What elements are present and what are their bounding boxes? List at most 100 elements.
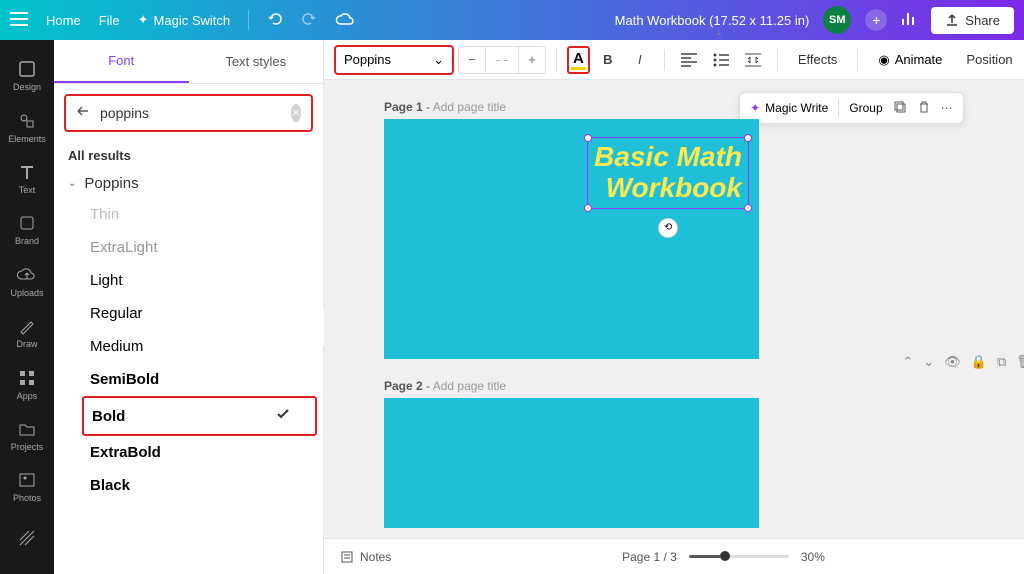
- sparkle-icon: ✦: [138, 12, 149, 28]
- animate-button[interactable]: ◉ Animate: [868, 52, 952, 68]
- lock-icon[interactable]: 🔒: [971, 354, 987, 370]
- panel-tabs: Font Text styles: [54, 40, 323, 84]
- more-icon[interactable]: ⋯: [941, 101, 953, 115]
- home-link[interactable]: Home: [46, 13, 81, 28]
- rail-uploads[interactable]: Uploads: [0, 256, 54, 307]
- uploads-icon: [17, 265, 37, 285]
- text-color-button[interactable]: A: [567, 46, 590, 74]
- list-button[interactable]: [707, 46, 735, 74]
- position-button[interactable]: Position: [956, 52, 1022, 67]
- magic-switch-button[interactable]: ✦ Magic Switch: [138, 12, 230, 28]
- slider-thumb[interactable]: [720, 551, 730, 561]
- floating-toolbar: ✦ Magic Write Group ⋯: [739, 92, 964, 124]
- rail-photos[interactable]: Photos: [0, 461, 54, 512]
- tab-font[interactable]: Font: [54, 40, 189, 83]
- rail-design[interactable]: Design: [0, 50, 54, 101]
- duplicate-icon[interactable]: ⧉: [997, 354, 1006, 370]
- rail-brand[interactable]: Brand: [0, 204, 54, 255]
- sparkle-icon: ✦: [750, 101, 760, 115]
- page-2-canvas[interactable]: [384, 398, 759, 528]
- insights-icon[interactable]: [901, 11, 917, 30]
- divider: [838, 99, 839, 117]
- copy-icon[interactable]: [893, 100, 907, 117]
- spacing-button[interactable]: [739, 46, 767, 74]
- rail-apps[interactable]: Apps: [0, 358, 54, 409]
- visibility-icon[interactable]: 👁: [944, 354, 961, 370]
- text-toolbar: Poppins ⌄ − - - + A B I: [324, 40, 1024, 80]
- font-weight-bold[interactable]: Bold: [82, 396, 317, 436]
- font-size-display[interactable]: - -: [485, 47, 519, 73]
- bottom-bar: ⌃ Notes Page 1 / 3 30%: [324, 538, 1024, 574]
- top-header: Home File ✦ Magic Switch Math Workbook (…: [0, 0, 1024, 40]
- align-button[interactable]: [675, 46, 703, 74]
- cloud-sync-icon[interactable]: [335, 12, 355, 29]
- divider: [664, 49, 665, 71]
- effects-button[interactable]: Effects: [788, 52, 848, 67]
- page-1-canvas[interactable]: Basic Math Workbook ⟲: [384, 119, 759, 359]
- zoom-value[interactable]: 30%: [801, 550, 825, 564]
- resize-handle[interactable]: [744, 204, 752, 212]
- elements-icon: [17, 111, 37, 131]
- folder-icon: [17, 419, 37, 439]
- magic-write-button[interactable]: ✦ Magic Write: [750, 101, 828, 115]
- group-button[interactable]: Group: [849, 101, 882, 115]
- increase-size-button[interactable]: +: [519, 47, 545, 73]
- resize-handle[interactable]: [744, 134, 752, 142]
- undo-icon[interactable]: [267, 11, 283, 30]
- document-title[interactable]: Math Workbook (17.52 x 11.25 in): [615, 13, 810, 28]
- text-element-selected[interactable]: Basic Math Workbook ⟲: [587, 137, 749, 209]
- font-weight-list: Thin ExtraLight Light Regular Medium Sem…: [54, 198, 323, 502]
- zoom-slider[interactable]: [689, 555, 789, 558]
- share-button[interactable]: Share: [931, 7, 1014, 34]
- divider: [248, 10, 249, 30]
- redo-icon[interactable]: [301, 11, 317, 30]
- rail-elements[interactable]: Elements: [0, 101, 54, 152]
- search-input[interactable]: [100, 105, 281, 121]
- menu-icon[interactable]: [10, 12, 28, 29]
- divider: [556, 49, 557, 71]
- photos-icon: [17, 470, 37, 490]
- font-dropdown[interactable]: Poppins ⌄: [334, 45, 454, 75]
- rail-projects[interactable]: Projects: [0, 410, 54, 461]
- rotate-handle-icon[interactable]: ⟲: [658, 218, 678, 238]
- notes-button[interactable]: Notes: [340, 550, 391, 564]
- text-content[interactable]: Basic Math Workbook: [588, 138, 748, 208]
- add-member-button[interactable]: +: [865, 9, 887, 31]
- canvas-area: Poppins ⌄ − - - + A B I: [324, 40, 1024, 574]
- tab-text-styles[interactable]: Text styles: [189, 40, 324, 83]
- bold-button[interactable]: B: [594, 46, 622, 74]
- font-weight-medium[interactable]: Medium: [90, 330, 323, 363]
- font-weight-light[interactable]: Light: [90, 264, 323, 297]
- font-weight-extralight[interactable]: ExtraLight: [90, 231, 323, 264]
- check-icon: [275, 406, 291, 426]
- font-weight-black[interactable]: Black: [90, 469, 323, 502]
- page-2-label[interactable]: Page 2 - Add page title: [384, 379, 1024, 393]
- page-counter[interactable]: Page 1 / 3: [622, 550, 677, 564]
- font-weight-regular[interactable]: Regular: [90, 297, 323, 330]
- font-weight-extrabold[interactable]: ExtraBold: [90, 436, 323, 469]
- italic-button[interactable]: I: [626, 46, 654, 74]
- design-icon: [17, 59, 37, 79]
- texture-icon: [17, 528, 37, 548]
- font-weight-semibold[interactable]: SemiBold: [90, 363, 323, 396]
- avatar[interactable]: SM: [823, 6, 851, 34]
- font-family-row[interactable]: ⌄ Poppins: [54, 169, 323, 198]
- trash-icon[interactable]: [917, 100, 931, 117]
- rail-draw[interactable]: Draw: [0, 307, 54, 358]
- page-2-actions: ⌃ ⌄ 👁 🔒 ⧉ 🗑 ⊕: [902, 354, 1024, 370]
- left-rail: Design Elements Text Brand Uploads Draw …: [0, 40, 54, 574]
- clear-search-icon[interactable]: ✕: [291, 104, 301, 122]
- decrease-size-button[interactable]: −: [459, 47, 485, 73]
- trash-icon[interactable]: 🗑: [1016, 354, 1024, 370]
- file-menu[interactable]: File: [99, 13, 120, 28]
- move-down-icon[interactable]: ⌄: [923, 354, 934, 370]
- back-arrow-icon[interactable]: [76, 104, 90, 123]
- font-weight-thin[interactable]: Thin: [90, 198, 323, 231]
- workspace[interactable]: ✦ Magic Write Group ⋯ Page 1 - Add page …: [324, 80, 1024, 538]
- rail-texture[interactable]: [0, 513, 54, 564]
- brand-icon: [17, 213, 37, 233]
- rail-text[interactable]: Text: [0, 153, 54, 204]
- move-up-icon[interactable]: ⌃: [902, 354, 913, 370]
- resize-handle[interactable]: [584, 204, 592, 212]
- expand-handle-icon[interactable]: ⌃: [715, 32, 723, 43]
